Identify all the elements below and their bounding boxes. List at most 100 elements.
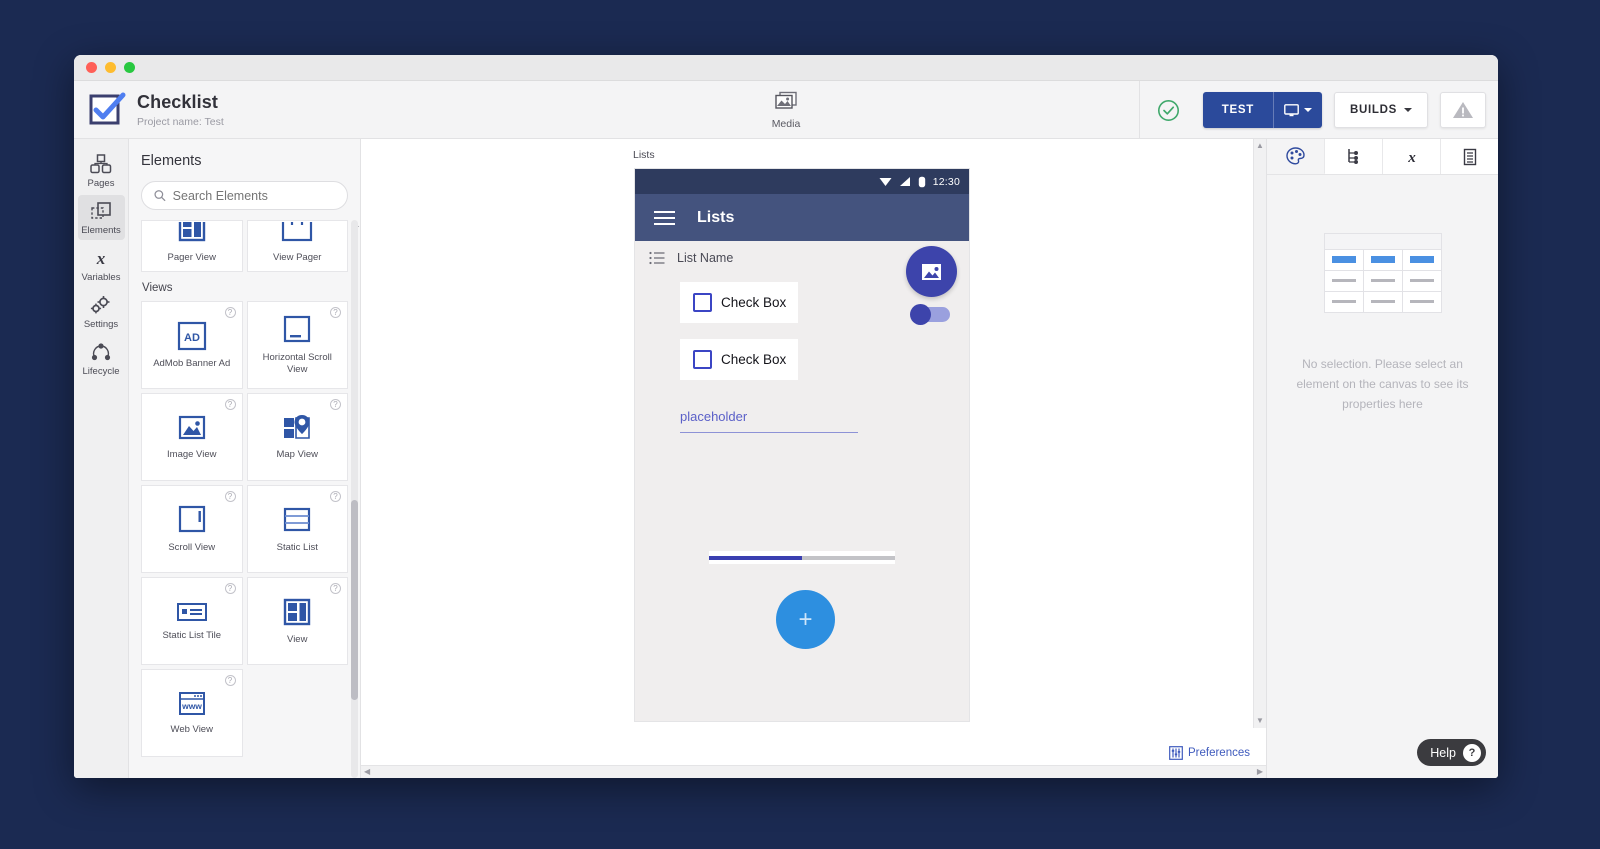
phone-progress-bar <box>709 551 895 564</box>
sidebar-item-settings[interactable]: Settings <box>78 289 125 334</box>
help-icon[interactable]: ? <box>330 307 341 318</box>
svg-text:AD: AD <box>184 332 200 344</box>
monitor-icon <box>1284 103 1299 116</box>
media-icon <box>775 91 797 115</box>
search-input[interactable] <box>172 188 335 203</box>
warning-triangle-icon <box>1453 102 1473 118</box>
help-icon[interactable]: ? <box>224 399 236 410</box>
tab-tree[interactable] <box>1325 139 1383 174</box>
canvas-vertical-scrollbar[interactable]: ▲ ▼ <box>1253 139 1266 728</box>
canvas-horizontal-scrollbar[interactable]: ◀ ▶ <box>361 765 1266 778</box>
test-device-dropdown[interactable] <box>1272 92 1322 128</box>
element-tile-horizontal-scroll-view[interactable]: ? Horizontal Scroll View <box>246 301 348 389</box>
scroll-up-arrow-icon[interactable]: ▲ <box>1256 142 1264 150</box>
properties-empty-state: No selection. Please select an element o… <box>1267 175 1498 778</box>
chevron-down-icon <box>1303 108 1312 112</box>
element-tile-view[interactable]: ? View <box>246 577 348 665</box>
element-tile-label: View <box>287 634 308 646</box>
help-icon[interactable]: ? <box>330 399 341 410</box>
element-tile-label: Web View <box>170 724 213 736</box>
scroll-down-arrow-icon[interactable]: ▼ <box>1256 717 1264 725</box>
svg-text:x: x <box>1407 150 1416 166</box>
properties-tabs: x <box>1267 139 1498 175</box>
help-button[interactable]: Help ? <box>1417 739 1486 766</box>
scroll-right-arrow-icon[interactable]: ▶ <box>1257 768 1263 776</box>
element-tile-scroll-view[interactable]: ? Scroll View <box>141 485 243 573</box>
tab-data[interactable] <box>1441 139 1498 174</box>
help-icon[interactable]: ? <box>330 491 341 502</box>
properties-panel: x No selection. Please select an element… <box>1266 139 1498 778</box>
checkbox-icon[interactable] <box>693 293 712 312</box>
phone-text-field[interactable]: placeholder <box>680 409 858 433</box>
canvas-area: Lists 12:30 Lists List Name Check Box Ch… <box>361 139 1266 778</box>
canvas-page-label: Lists <box>633 149 655 161</box>
horizontal-scroll-view-icon <box>284 316 311 343</box>
element-tile-label: Map View <box>276 449 319 461</box>
phone-switch[interactable] <box>910 304 950 325</box>
preferences-label[interactable]: Preferences <box>1188 747 1250 759</box>
elements-panel-title: Elements <box>141 153 202 169</box>
maximize-window-button[interactable] <box>124 62 135 73</box>
element-tile-admob-banner-ad[interactable]: ? AD AdMob Banner Ad <box>141 301 243 389</box>
admob-banner-icon: AD <box>177 321 206 351</box>
element-tile-image-view[interactable]: ? Image View <box>141 393 243 481</box>
phone-image-fab[interactable] <box>906 246 957 297</box>
tree-icon <box>1348 148 1358 164</box>
help-label: Help <box>1430 745 1456 760</box>
app-body: Pages Elements x Variables Settings Life… <box>74 139 1498 778</box>
hamburger-menu-icon[interactable] <box>654 210 675 225</box>
media-button[interactable]: Media <box>744 81 828 139</box>
checklist-logo-icon <box>88 91 126 129</box>
brand-block: Checklist Project name: Test <box>74 81 364 138</box>
phone-status-time: 12:30 <box>932 175 960 188</box>
variables-icon: x <box>1407 150 1416 166</box>
build-status-indicator[interactable] <box>1138 81 1197 139</box>
media-label: Media <box>771 117 801 130</box>
sidebar-item-lifecycle[interactable]: Lifecycle <box>78 336 125 381</box>
help-icon[interactable]: ? <box>224 583 236 594</box>
phone-checkbox-item[interactable]: Check Box <box>680 339 798 380</box>
image-icon <box>922 263 941 280</box>
settings-gear-icon <box>90 296 110 314</box>
scroll-left-arrow-icon[interactable]: ◀ <box>364 768 370 776</box>
sidebar-item-pages[interactable]: Pages <box>78 148 125 193</box>
phone-add-fab[interactable]: + <box>776 590 835 649</box>
element-tile-pager-view[interactable]: Pager View <box>141 220 243 272</box>
builds-button[interactable]: BUILDS <box>1333 92 1428 128</box>
tab-style[interactable] <box>1267 139 1325 174</box>
project-name-label: Project name: Test <box>137 115 224 128</box>
sidebar-item-variables[interactable]: x Variables <box>78 242 125 287</box>
search-box[interactable] <box>141 181 348 210</box>
element-tile-label: Pager View <box>167 252 216 264</box>
canvas[interactable]: Lists 12:30 Lists List Name Check Box Ch… <box>361 139 1266 741</box>
close-window-button[interactable] <box>86 62 97 73</box>
element-tile-label: Static List <box>276 542 318 554</box>
elements-scrollbar-thumb[interactable] <box>351 500 358 700</box>
phone-preview[interactable]: 12:30 Lists List Name ○○○ <box>635 169 969 721</box>
element-tile-static-list[interactable]: ? Static List <box>246 485 348 573</box>
warnings-button[interactable] <box>1440 92 1486 128</box>
window-titlebar <box>74 55 1498 81</box>
element-tile-web-view[interactable]: ? www Web View <box>141 669 243 757</box>
help-question-icon: ? <box>1463 743 1481 762</box>
help-icon[interactable]: ? <box>224 675 236 686</box>
elements-top-row: Pager View View Pager <box>141 220 348 272</box>
tab-variables[interactable]: x <box>1383 139 1441 174</box>
test-button[interactable]: TEST <box>1202 92 1322 128</box>
help-icon[interactable]: ? <box>224 491 236 502</box>
phone-checkbox-item[interactable]: Check Box <box>680 282 798 323</box>
element-tile-static-list-tile[interactable]: ? Static List Tile <box>141 577 243 665</box>
checkbox-icon[interactable] <box>693 350 712 369</box>
properties-empty-text: No selection. Please select an element o… <box>1296 357 1469 411</box>
element-tile-label: Static List Tile <box>162 630 222 642</box>
element-tile-map-view[interactable]: ? Map View <box>246 393 348 481</box>
minimize-window-button[interactable] <box>105 62 116 73</box>
help-icon[interactable]: ? <box>330 583 341 594</box>
element-tile-label: AdMob Banner Ad <box>153 358 231 370</box>
sidebar-item-elements[interactable]: Elements <box>77 195 125 240</box>
element-tile-label: View Pager <box>273 252 322 264</box>
help-icon[interactable]: ? <box>224 307 236 318</box>
elements-scroll-area[interactable]: Pager View View Pager Views ? AD AdMob B… <box>129 220 360 778</box>
text-field-underline <box>680 432 858 433</box>
element-tile-view-pager[interactable]: View Pager <box>246 220 348 272</box>
